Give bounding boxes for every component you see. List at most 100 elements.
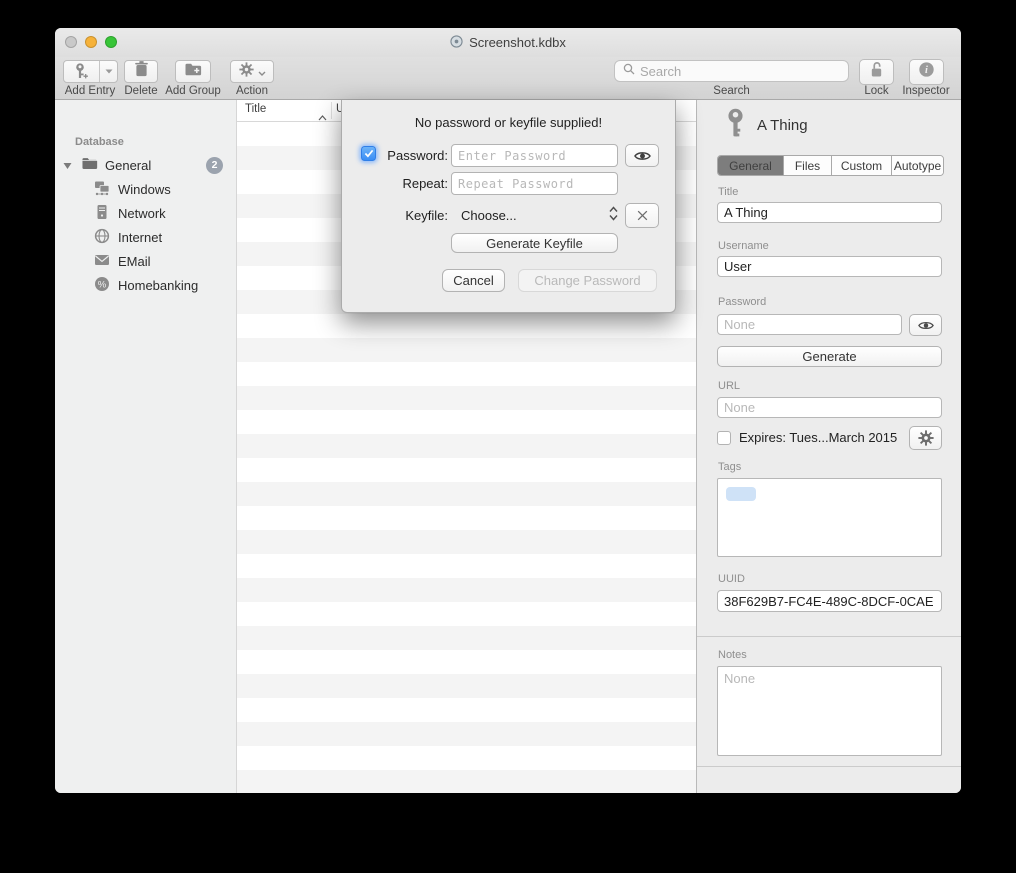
- expires-settings-button[interactable]: [909, 426, 942, 450]
- sidebar-item-label: Homebanking: [118, 278, 198, 293]
- expires-checkbox[interactable]: [717, 431, 731, 445]
- cancel-button[interactable]: Cancel: [442, 269, 505, 292]
- chevron-down-icon: [258, 63, 266, 81]
- desktop-background: Screenshot.kdbx Add Entry Delete: [0, 0, 1016, 873]
- eye-icon: [918, 320, 934, 331]
- search-label: Search: [695, 85, 768, 97]
- sheet-password-label: Password:: [372, 148, 448, 163]
- info-icon: i: [918, 61, 935, 83]
- tags-field[interactable]: [717, 478, 942, 557]
- stepper-arrows-icon: [609, 206, 618, 226]
- clear-keyfile-button[interactable]: [625, 203, 659, 228]
- sheet-repeat-input[interactable]: [451, 172, 618, 195]
- show-password-button[interactable]: [909, 314, 942, 336]
- sidebar: Database General 2 Windows: [55, 100, 237, 793]
- action-label: Action: [230, 85, 274, 97]
- password-field[interactable]: [717, 314, 902, 335]
- sidebar-item-network[interactable]: Network: [55, 202, 236, 224]
- generate-keyfile-label: Generate Keyfile: [486, 236, 583, 251]
- windows-network-icon: [94, 180, 110, 199]
- keyfile-popup-value: Choose...: [461, 208, 517, 223]
- sheet-show-password-button[interactable]: [625, 144, 659, 167]
- entry-title: A Thing: [757, 117, 808, 134]
- expires-label: Expires: Tues...March 2015: [739, 430, 897, 445]
- inspector-label: Inspector: [895, 85, 957, 97]
- generate-keyfile-button[interactable]: Generate Keyfile: [451, 233, 618, 253]
- notes-field-label: Notes: [718, 649, 747, 661]
- envelope-icon: [94, 252, 110, 271]
- lock-button[interactable]: [859, 59, 894, 85]
- sheet-password-input[interactable]: [451, 144, 618, 167]
- username-field-label: Username: [718, 240, 769, 252]
- search-icon: [623, 62, 635, 80]
- close-icon: [636, 209, 649, 222]
- uuid-field-label: UUID: [718, 573, 745, 585]
- tab-autotype[interactable]: Autotype: [892, 156, 943, 175]
- sidebar-item-general[interactable]: General 2: [55, 154, 236, 176]
- key-icon: [725, 108, 746, 144]
- unlock-icon: [869, 61, 884, 83]
- tags-field-label: Tags: [718, 461, 741, 473]
- add-group-button[interactable]: [175, 60, 211, 83]
- cancel-button-label: Cancel: [453, 273, 493, 288]
- title-field-label: Title: [718, 186, 738, 198]
- generate-button-label: Generate: [802, 349, 856, 364]
- delete-button[interactable]: [124, 60, 158, 83]
- inspector-button[interactable]: i: [909, 59, 944, 85]
- sheet-message: No password or keyfile supplied!: [342, 115, 675, 130]
- folder-plus-icon: [185, 63, 202, 81]
- server-icon: [94, 204, 110, 223]
- title-bar[interactable]: Screenshot.kdbx: [55, 28, 961, 57]
- add-entry-dropdown-icon: [100, 61, 117, 82]
- username-field[interactable]: [717, 256, 942, 277]
- change-password-button[interactable]: Change Password: [518, 269, 657, 292]
- trash-icon: [135, 61, 148, 82]
- sidebar-item-internet[interactable]: Internet: [55, 226, 236, 248]
- section-divider: [697, 636, 961, 637]
- tag-token[interactable]: [726, 487, 756, 501]
- folder-icon: [82, 157, 98, 173]
- url-field[interactable]: [717, 397, 942, 418]
- tab-custom[interactable]: Custom: [832, 156, 892, 175]
- keyfile-popup-button[interactable]: Choose...: [451, 203, 618, 228]
- document-icon: [450, 35, 463, 51]
- url-field-label: URL: [718, 380, 740, 392]
- sidebar-item-email[interactable]: EMail: [55, 250, 236, 272]
- search-field[interactable]: [614, 60, 849, 82]
- lock-label: Lock: [859, 85, 894, 97]
- sidebar-item-homebanking[interactable]: % Homebanking: [55, 274, 236, 296]
- action-button[interactable]: [230, 60, 274, 83]
- sidebar-section-header: Database: [75, 136, 124, 148]
- add-entry-button[interactable]: [63, 60, 118, 83]
- sidebar-item-label: EMail: [118, 254, 151, 269]
- inspector-tabs: General Files Custom Autotype: [717, 155, 944, 176]
- tab-files[interactable]: Files: [784, 156, 832, 175]
- disclosure-triangle-icon[interactable]: [63, 158, 72, 173]
- sidebar-item-label: Network: [118, 206, 166, 221]
- svg-text:%: %: [98, 279, 107, 290]
- percent-icon: %: [94, 276, 110, 295]
- sidebar-item-label: Internet: [118, 230, 162, 245]
- section-divider: [697, 766, 961, 767]
- title-field[interactable]: [717, 202, 942, 223]
- sidebar-item-label: Windows: [118, 182, 171, 197]
- column-header-title[interactable]: Title: [245, 103, 266, 115]
- change-password-sheet: No password or keyfile supplied! Passwor…: [341, 100, 676, 313]
- generate-password-button[interactable]: Generate: [717, 346, 942, 367]
- window-title: Screenshot.kdbx: [469, 35, 566, 50]
- notes-field[interactable]: [717, 666, 942, 756]
- tab-general[interactable]: General: [718, 156, 784, 175]
- uuid-field[interactable]: [717, 590, 942, 612]
- sheet-repeat-label: Repeat:: [372, 176, 448, 191]
- gear-icon: [918, 430, 934, 446]
- search-input[interactable]: [640, 64, 840, 79]
- entry-count-badge: 2: [206, 157, 223, 174]
- toolbar: Add Entry Delete Add Group: [55, 57, 961, 100]
- sheet-keyfile-label: Keyfile:: [372, 208, 448, 223]
- eye-icon: [634, 150, 651, 162]
- globe-icon: [94, 228, 110, 247]
- change-password-button-label: Change Password: [534, 273, 640, 288]
- sidebar-item-windows[interactable]: Windows: [55, 178, 236, 200]
- column-divider[interactable]: [331, 102, 332, 119]
- macpass-window: Screenshot.kdbx Add Entry Delete: [55, 28, 961, 793]
